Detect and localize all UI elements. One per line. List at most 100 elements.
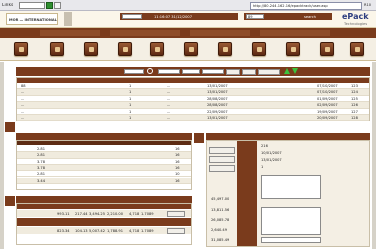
search-label: search <box>304 14 316 19</box>
module-icon[interactable] <box>14 42 28 56</box>
values-cell: 2.81 <box>37 147 46 151</box>
values-count: 16 <box>175 153 180 158</box>
main-toolbar <box>0 28 376 38</box>
detail-row: 10/01/2007 <box>261 151 282 155</box>
links-label: Links <box>2 3 14 8</box>
module-icon[interactable] <box>150 42 164 56</box>
address-text: http://80.244.162.16/epacktrack/user.asp <box>253 4 328 8</box>
grid-cell: 1 <box>129 84 132 88</box>
side-button[interactable] <box>209 156 235 163</box>
grid-cell: 126 <box>351 103 358 108</box>
grid-cell: ... <box>167 96 171 101</box>
detail-comments-textarea[interactable] <box>261 207 321 235</box>
toolbar-section-3[interactable] <box>190 30 250 36</box>
user-select[interactable] <box>122 14 142 19</box>
collapse-icon[interactable] <box>5 122 15 132</box>
grid-cell: 22/09/2007 <box>207 109 228 114</box>
grid-cell: ... <box>167 84 171 88</box>
datetime-text: 11:16:07 31/12/2007 <box>154 14 192 19</box>
arrow-up-icon[interactable] <box>284 68 290 74</box>
logo-text: ePack <box>342 12 369 21</box>
summary-row-1: 993.11 217.44 3,494.25 2,210.00 4,718 1.… <box>17 210 191 217</box>
side-actions: 45,497.00 13,811.56 26,085.78 2,640.49 3… <box>209 145 237 245</box>
values-panel-header <box>16 133 192 140</box>
browser-links-bar: Links http://80.244.162.16/epacktrack/us… <box>0 0 376 11</box>
detail-notes-textarea[interactable] <box>261 175 321 199</box>
toolbar-section-4[interactable] <box>260 30 330 36</box>
module-icon[interactable] <box>320 42 334 56</box>
filter-button-1[interactable] <box>226 68 240 75</box>
grid-cell: ... <box>21 96 25 101</box>
grid-cell: 1 <box>129 109 132 114</box>
filter-button-3[interactable] <box>258 68 280 75</box>
side-button[interactable] <box>209 165 235 172</box>
values-cell: 3.78 <box>37 159 46 164</box>
search-select[interactable]: 89 <box>246 14 264 19</box>
summary-row-button[interactable] <box>167 210 185 217</box>
summary-row-button[interactable] <box>167 227 185 234</box>
grid-cell: 01/09/2007 <box>317 96 338 101</box>
arrow-down-icon[interactable] <box>292 68 298 74</box>
grid-cell: 124 <box>351 90 358 95</box>
grid-cell: 1 <box>129 90 132 95</box>
module-icon[interactable] <box>50 42 64 56</box>
collapse-icon[interactable] <box>194 133 204 143</box>
module-icon[interactable] <box>118 42 132 56</box>
detail-row: 13/01/2007 <box>261 158 282 162</box>
values-row: 3.44 16 <box>17 177 191 184</box>
address-bar[interactable]: http://80.244.162.16/epacktrack/user.asp <box>250 1 362 10</box>
side-button[interactable] <box>209 147 235 154</box>
header-date-strip: 11:16:07 31/12/2007 <box>120 13 238 20</box>
grid-cell: 128 <box>351 116 358 120</box>
values-count: 16 <box>175 165 180 170</box>
grid-cell: 20/09/2007 <box>317 116 338 120</box>
filter-select-3[interactable] <box>202 69 224 74</box>
side-value: 13,811.56 <box>211 208 230 212</box>
shipments-grid: 88 1... 13/01/2007 07/10/2007 123... 1... 13/0… <box>16 77 370 122</box>
app-header: MOR — INTERNATIONAL 11:16:07 31/12/2007 … <box>0 11 376 28</box>
links-dropdown[interactable] <box>19 2 45 9</box>
collapse-icon[interactable] <box>5 196 15 206</box>
grid-cell: ... <box>21 90 25 95</box>
module-icon[interactable] <box>184 42 198 56</box>
grid-cell: 1 <box>129 96 132 101</box>
toolbar-section-1[interactable] <box>40 30 100 36</box>
filter-select-1[interactable] <box>158 69 180 74</box>
company-label: MOR — INTERNATIONAL <box>9 18 57 22</box>
module-icon[interactable] <box>252 42 266 56</box>
values-cell: 2.81 <box>37 153 46 158</box>
module-icon[interactable] <box>218 42 232 56</box>
epack-logo: ePack Technologies <box>340 12 374 27</box>
grid-row[interactable]: ... 1... 13/01/2007 20/09/2007 128 <box>17 115 369 122</box>
module-icon[interactable] <box>350 42 364 56</box>
summary-divider <box>17 218 191 226</box>
toolbar-section-2[interactable] <box>110 30 180 36</box>
detail-row: 216 <box>261 144 268 148</box>
logo-sub: Technologies <box>344 22 368 26</box>
site-label: R10 <box>364 3 372 7</box>
go-icon[interactable] <box>46 2 53 9</box>
filter-search-input[interactable] <box>124 69 144 74</box>
grid-cell: 28/08/2007 <box>207 103 228 108</box>
filter-bar <box>16 67 370 76</box>
grid-cell: 88 <box>21 84 26 88</box>
filter-button-2[interactable] <box>242 68 256 75</box>
grid-cell: ... <box>167 103 171 108</box>
detail-select[interactable] <box>261 237 321 243</box>
detail-panel-header <box>206 133 370 140</box>
values-cell: 3.44 <box>37 178 46 183</box>
module-icon[interactable] <box>84 42 98 56</box>
right-scrollbar[interactable] <box>372 62 376 249</box>
side-value: 31,085.49 <box>211 238 230 242</box>
filter-select-2[interactable] <box>182 69 200 74</box>
dropdown-arrow-icon[interactable] <box>54 2 61 9</box>
magnifier-icon[interactable] <box>147 68 153 74</box>
left-scrollbar[interactable] <box>0 62 4 249</box>
grid-cell: 123 <box>351 84 358 88</box>
grid-cell: ... <box>21 109 25 114</box>
summary-columns <box>17 204 191 209</box>
grid-cell: ... <box>167 116 171 120</box>
grid-cell: 07/10/2007 <box>317 84 338 88</box>
grid-cell: 13/01/2007 <box>207 90 228 95</box>
module-icon[interactable] <box>286 42 300 56</box>
